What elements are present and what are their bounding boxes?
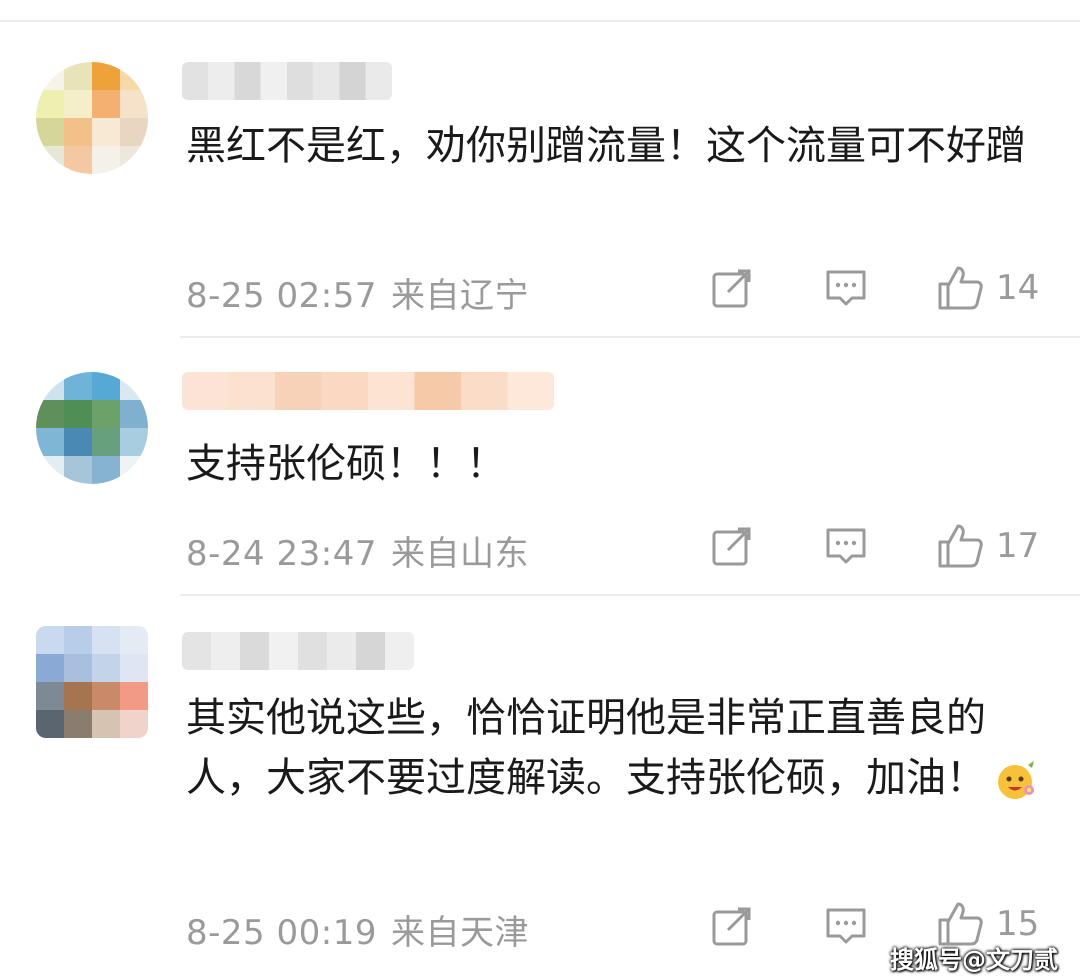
share-button[interactable] bbox=[710, 524, 754, 568]
username-blurred[interactable] bbox=[182, 372, 554, 410]
divider bbox=[180, 336, 1080, 338]
avatar-pixel bbox=[120, 90, 148, 118]
avatar-pixel bbox=[64, 428, 92, 456]
avatar-pixel bbox=[92, 372, 120, 400]
avatar[interactable] bbox=[36, 62, 148, 174]
comment-icon bbox=[826, 908, 866, 944]
avatar-pixel bbox=[120, 710, 148, 738]
avatar-pixel bbox=[92, 428, 120, 456]
avatar-pixel bbox=[92, 62, 120, 90]
thumbs-up-icon bbox=[938, 266, 983, 310]
avatar-pixel bbox=[36, 90, 64, 118]
watermark: 搜狐号@文刀贰 bbox=[890, 946, 1058, 974]
comment-button[interactable] bbox=[824, 906, 868, 948]
avatar-pixel bbox=[120, 456, 148, 484]
comment-time: 8-25 00:19 bbox=[186, 913, 377, 953]
comment-text: 其实他说这些，恰恰证明他是非常正直善良的人，大家不要过度解读。支持张伦硕，加油！ bbox=[186, 688, 1056, 808]
avatar-pixel bbox=[64, 654, 92, 682]
avatar-pixel bbox=[120, 400, 148, 428]
avatar-pixel bbox=[36, 62, 64, 90]
like-count: 14 bbox=[996, 268, 1040, 308]
avatar[interactable] bbox=[36, 626, 148, 738]
avatar-pixel bbox=[64, 626, 92, 654]
comment-time: 8-25 02:57 bbox=[186, 276, 377, 316]
avatar-pixel bbox=[120, 62, 148, 90]
avatar-pixel bbox=[36, 372, 64, 400]
comment-location: 来自山东 bbox=[390, 534, 529, 574]
username-blurred[interactable] bbox=[182, 632, 414, 670]
avatar-pixel bbox=[120, 428, 148, 456]
avatar-pixel bbox=[36, 400, 64, 428]
comment-meta: 8-25 00:19 来自天津 bbox=[186, 905, 529, 954]
avatar-pixel bbox=[92, 626, 120, 654]
avatar-pixel bbox=[64, 682, 92, 710]
username-blurred[interactable] bbox=[182, 62, 392, 100]
avatar-pixel bbox=[92, 682, 120, 710]
avatar-pixel bbox=[120, 372, 148, 400]
avatar-pixel bbox=[92, 456, 120, 484]
avatar-pixel bbox=[64, 90, 92, 118]
share-button[interactable] bbox=[710, 266, 754, 310]
comment-location: 来自辽宁 bbox=[390, 276, 529, 316]
flower-face-emoji bbox=[998, 761, 1034, 799]
like-button[interactable]: 17 bbox=[936, 522, 1039, 570]
avatar-pixel bbox=[36, 118, 64, 146]
avatar-pixel bbox=[92, 118, 120, 146]
avatar-pixel bbox=[92, 400, 120, 428]
avatar-pixel bbox=[120, 118, 148, 146]
avatar-pixel bbox=[120, 682, 148, 710]
comment-icon bbox=[826, 528, 866, 564]
avatar-pixel bbox=[36, 456, 64, 484]
like-count: 15 bbox=[996, 904, 1040, 944]
comment-body: 其实他说这些，恰恰证明他是非常正直善良的人，大家不要过度解读。支持张伦硕，加油！ bbox=[186, 695, 986, 801]
avatar[interactable] bbox=[36, 372, 148, 484]
share-icon bbox=[712, 527, 751, 566]
share-icon bbox=[712, 907, 751, 946]
share-icon bbox=[712, 269, 751, 308]
avatar-pixel bbox=[92, 710, 120, 738]
comment-text: 黑红不是红，劝你别蹭流量！这个流量可不好蹭 bbox=[186, 123, 1026, 169]
avatar-pixel bbox=[36, 626, 64, 654]
avatar-pixel bbox=[64, 372, 92, 400]
avatar-pixel bbox=[64, 146, 92, 174]
like-count: 17 bbox=[996, 526, 1040, 566]
avatar-pixel bbox=[36, 682, 64, 710]
avatar-pixel bbox=[64, 710, 92, 738]
avatar-pixel bbox=[36, 654, 64, 682]
avatar-pixel bbox=[120, 626, 148, 654]
like-button[interactable]: 14 bbox=[936, 264, 1039, 312]
avatar-pixel bbox=[120, 146, 148, 174]
avatar-pixel bbox=[36, 710, 64, 738]
avatar-pixel bbox=[120, 654, 148, 682]
comment-location: 来自天津 bbox=[390, 913, 529, 953]
comment-icon bbox=[826, 270, 866, 306]
avatar-pixel bbox=[92, 146, 120, 174]
share-button[interactable] bbox=[710, 904, 754, 948]
avatar-pixel bbox=[64, 118, 92, 146]
avatar-pixel bbox=[64, 400, 92, 428]
comment-meta: 8-24 23:47 来自山东 bbox=[186, 526, 529, 575]
divider bbox=[180, 594, 1080, 596]
avatar-pixel bbox=[92, 90, 120, 118]
avatar-pixel bbox=[36, 428, 64, 456]
avatar-pixel bbox=[64, 456, 92, 484]
avatar-pixel bbox=[92, 654, 120, 682]
thumbs-up-icon bbox=[938, 524, 983, 568]
comment-time: 8-24 23:47 bbox=[186, 534, 377, 574]
avatar-pixel bbox=[64, 62, 92, 90]
top-divider bbox=[0, 20, 1080, 22]
avatar-pixel bbox=[36, 146, 64, 174]
comment-button[interactable] bbox=[824, 526, 868, 568]
comment-meta: 8-25 02:57 来自辽宁 bbox=[186, 268, 529, 317]
comment-button[interactable] bbox=[824, 268, 868, 310]
comment-text: 支持张伦硕！！！ bbox=[186, 441, 506, 487]
